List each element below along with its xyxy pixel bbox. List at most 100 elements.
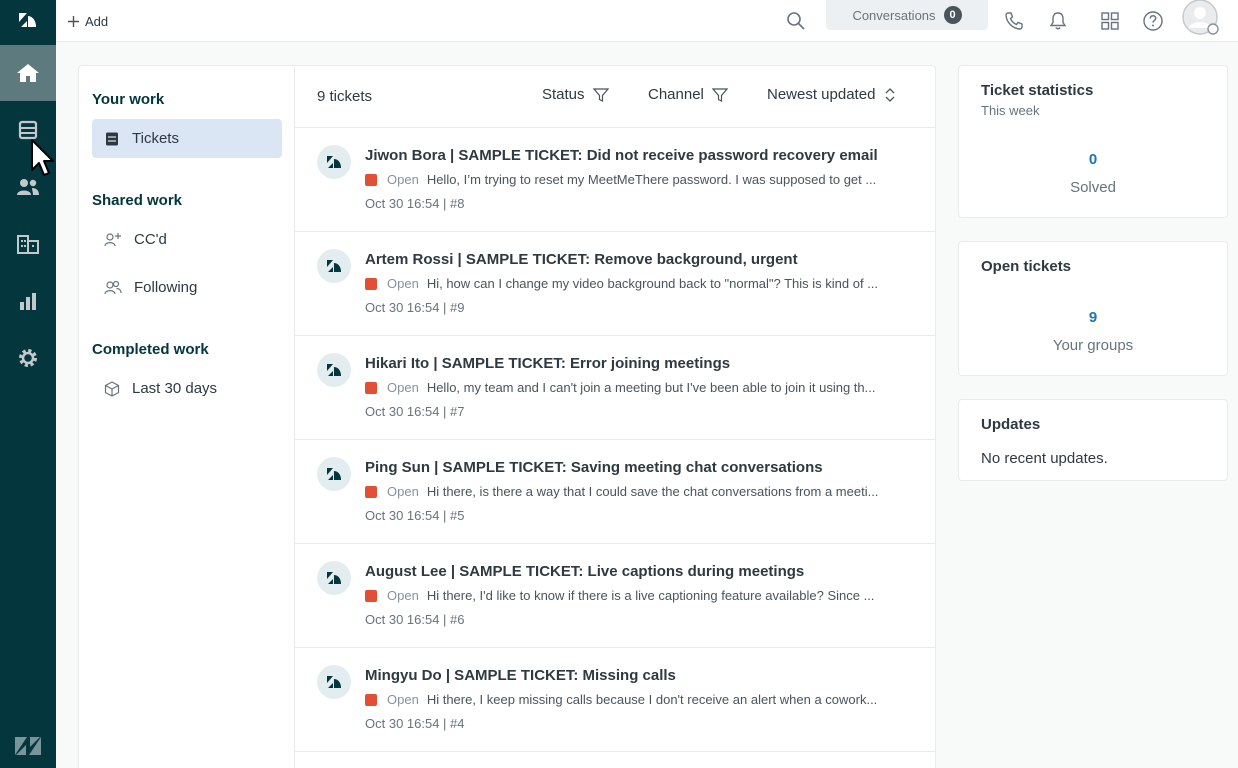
ticket-subject[interactable]: Ping Sun | SAMPLE TICKET: Saving meeting… bbox=[365, 459, 823, 476]
open-tickets-count[interactable]: 9 bbox=[959, 309, 1227, 326]
nav-item-ccd[interactable]: CC'd bbox=[92, 220, 282, 259]
updates-title: Updates bbox=[981, 416, 1041, 433]
ticket-status: Open bbox=[387, 588, 419, 603]
ticket-status: Open bbox=[387, 276, 419, 291]
status-open-icon bbox=[365, 173, 377, 186]
ticket-summary-line: Open Hi, how can I change my video backgr… bbox=[365, 276, 915, 291]
nav-item-tickets[interactable]: Tickets bbox=[92, 119, 282, 158]
ticket-summary-line: Open Hi there, is there a way that I coul… bbox=[365, 484, 915, 499]
ticket-statistics-card: Ticket statistics This week 0 Solved bbox=[958, 65, 1228, 218]
ticket-preview: Hi, how can I change my video background… bbox=[426, 276, 879, 291]
filter-icon bbox=[711, 87, 728, 102]
nav-item-label: Tickets bbox=[132, 130, 179, 147]
status-filter-button[interactable]: Status bbox=[542, 86, 609, 103]
search-icon[interactable] bbox=[780, 5, 812, 37]
channel-filter-button[interactable]: Channel bbox=[648, 86, 728, 103]
ticket-row[interactable]: Mingyu Do | SAMPLE TICKET: Missing calls… bbox=[295, 648, 936, 752]
ticket-meta: Oct 30 16:54 | #8 bbox=[365, 196, 465, 211]
open-tickets-label: Your groups bbox=[1052, 337, 1134, 354]
status-open-icon bbox=[365, 693, 377, 706]
status-open-icon bbox=[365, 485, 377, 498]
ticket-row[interactable]: August Lee | SAMPLE TICKET: Live caption… bbox=[295, 544, 936, 648]
ticket-meta: Oct 30 16:54 | #5 bbox=[365, 508, 465, 523]
ticket-count: 9 tickets bbox=[317, 88, 373, 105]
notifications-bell-icon[interactable] bbox=[1042, 5, 1074, 37]
zendesk-logo-icon[interactable] bbox=[0, 0, 56, 40]
updates-empty-text: No recent updates. bbox=[981, 450, 1108, 467]
reporting-icon[interactable] bbox=[0, 273, 56, 329]
ticket-row[interactable]: Artem Rossi | SAMPLE TICKET: Remove back… bbox=[295, 232, 936, 336]
ticket-preview: Hi there, is there a way that I could sa… bbox=[426, 484, 879, 499]
nav-item-label: Following bbox=[134, 279, 198, 296]
work-nav-panel: Your work Tickets Shared work CC'd Follo… bbox=[79, 66, 295, 768]
cube-icon bbox=[104, 380, 120, 397]
help-icon[interactable] bbox=[1137, 5, 1169, 37]
ticket-meta: Oct 30 16:54 | #4 bbox=[365, 716, 465, 731]
requester-avatar-icon bbox=[317, 561, 351, 595]
nav-item-last-30-days[interactable]: Last 30 days bbox=[92, 369, 282, 408]
conversations-count-badge: 0 bbox=[943, 6, 962, 24]
your-work-heading: Your work bbox=[92, 91, 165, 108]
ticket-row[interactable] bbox=[295, 752, 936, 768]
organizations-icon[interactable] bbox=[0, 216, 56, 272]
apps-grid-icon[interactable] bbox=[1094, 5, 1126, 37]
add-button-label: Add bbox=[85, 13, 109, 29]
top-bar: Add Conversations 0 bbox=[56, 0, 1238, 42]
ticket-preview: Hi there, I keep missing calls because I… bbox=[426, 692, 878, 707]
ticket-preview: Hi there, I'd like to know if there is a… bbox=[426, 588, 875, 603]
sort-dropdown[interactable]: Newest updated bbox=[767, 86, 897, 103]
requester-avatar-icon bbox=[317, 457, 351, 491]
requester-avatar-icon bbox=[317, 145, 351, 179]
completed-work-heading: Completed work bbox=[92, 341, 209, 358]
status-open-icon bbox=[365, 381, 377, 394]
nav-item-label: Last 30 days bbox=[132, 380, 218, 397]
home-dashboard-card: Your work Tickets Shared work CC'd Follo… bbox=[78, 65, 936, 768]
ticket-status: Open bbox=[387, 172, 419, 187]
ticket-summary-line: Open Hi there, I'd like to know if there … bbox=[365, 588, 915, 603]
ticket-meta: Oct 30 16:54 | #7 bbox=[365, 404, 465, 419]
ticket-row[interactable]: Hikari Ito | SAMPLE TICKET: Error joinin… bbox=[295, 336, 936, 440]
solved-count[interactable]: 0 bbox=[959, 151, 1227, 168]
ticket-subject[interactable]: Hikari Ito | SAMPLE TICKET: Error joinin… bbox=[365, 355, 730, 372]
settings-icon[interactable] bbox=[0, 330, 56, 386]
shared-work-heading: Shared work bbox=[92, 192, 183, 209]
ticket-subject[interactable]: Jiwon Bora | SAMPLE TICKET: Did not rece… bbox=[365, 147, 878, 164]
ticket-row[interactable]: Jiwon Bora | SAMPLE TICKET: Did not rece… bbox=[295, 128, 936, 232]
requester-avatar-icon bbox=[317, 665, 351, 699]
ticket-meta: Oct 30 16:54 | #9 bbox=[365, 300, 465, 315]
add-button[interactable]: Add bbox=[68, 8, 108, 34]
ticket-statistics-title: Ticket statistics bbox=[981, 82, 1094, 99]
status-open-icon bbox=[365, 589, 377, 602]
mouse-cursor-icon bbox=[31, 139, 54, 176]
ticket-subject[interactable]: Artem Rossi | SAMPLE TICKET: Remove back… bbox=[365, 251, 798, 268]
status-open-icon bbox=[365, 277, 377, 290]
open-tickets-card: Open tickets 9 Your groups bbox=[958, 241, 1228, 376]
ticket-summary-line: Open Hello, my team and I can't join a me… bbox=[365, 380, 915, 395]
filter-icon bbox=[592, 87, 609, 102]
user-plus-icon bbox=[104, 232, 121, 246]
ticket-list-panel: 9 tickets Status Channel Newest updated … bbox=[295, 66, 936, 768]
conversations-label: Conversations bbox=[852, 7, 936, 23]
nav-item-label: CC'd bbox=[134, 231, 167, 248]
ticket-summary-line: Open Hello, I’m trying to reset my MeetMe… bbox=[365, 172, 915, 187]
ticket-list-header: 9 tickets Status Channel Newest updated bbox=[295, 66, 936, 128]
ticket-status: Open bbox=[387, 692, 419, 707]
users-icon bbox=[104, 280, 122, 294]
user-avatar[interactable] bbox=[1180, 0, 1220, 36]
open-tickets-title: Open tickets bbox=[981, 258, 1072, 275]
ticket-meta: Oct 30 16:54 | #6 bbox=[365, 612, 465, 627]
product-rail bbox=[0, 0, 56, 768]
conversations-button[interactable]: Conversations 0 bbox=[826, 0, 988, 30]
channel-filter-label: Channel bbox=[648, 86, 704, 103]
tickets-icon bbox=[106, 132, 118, 145]
ticket-subject[interactable]: Mingyu Do | SAMPLE TICKET: Missing calls bbox=[365, 667, 676, 684]
ticket-row[interactable]: Ping Sun | SAMPLE TICKET: Saving meeting… bbox=[295, 440, 936, 544]
sort-chevrons-icon bbox=[885, 87, 895, 102]
ticket-subject[interactable]: August Lee | SAMPLE TICKET: Live caption… bbox=[365, 563, 804, 580]
plus-icon bbox=[68, 15, 79, 27]
nav-item-following[interactable]: Following bbox=[92, 268, 282, 307]
ticket-status: Open bbox=[387, 484, 419, 499]
updates-card: Updates No recent updates. bbox=[958, 399, 1228, 481]
home-icon[interactable] bbox=[0, 45, 56, 101]
phone-icon[interactable] bbox=[998, 5, 1030, 37]
